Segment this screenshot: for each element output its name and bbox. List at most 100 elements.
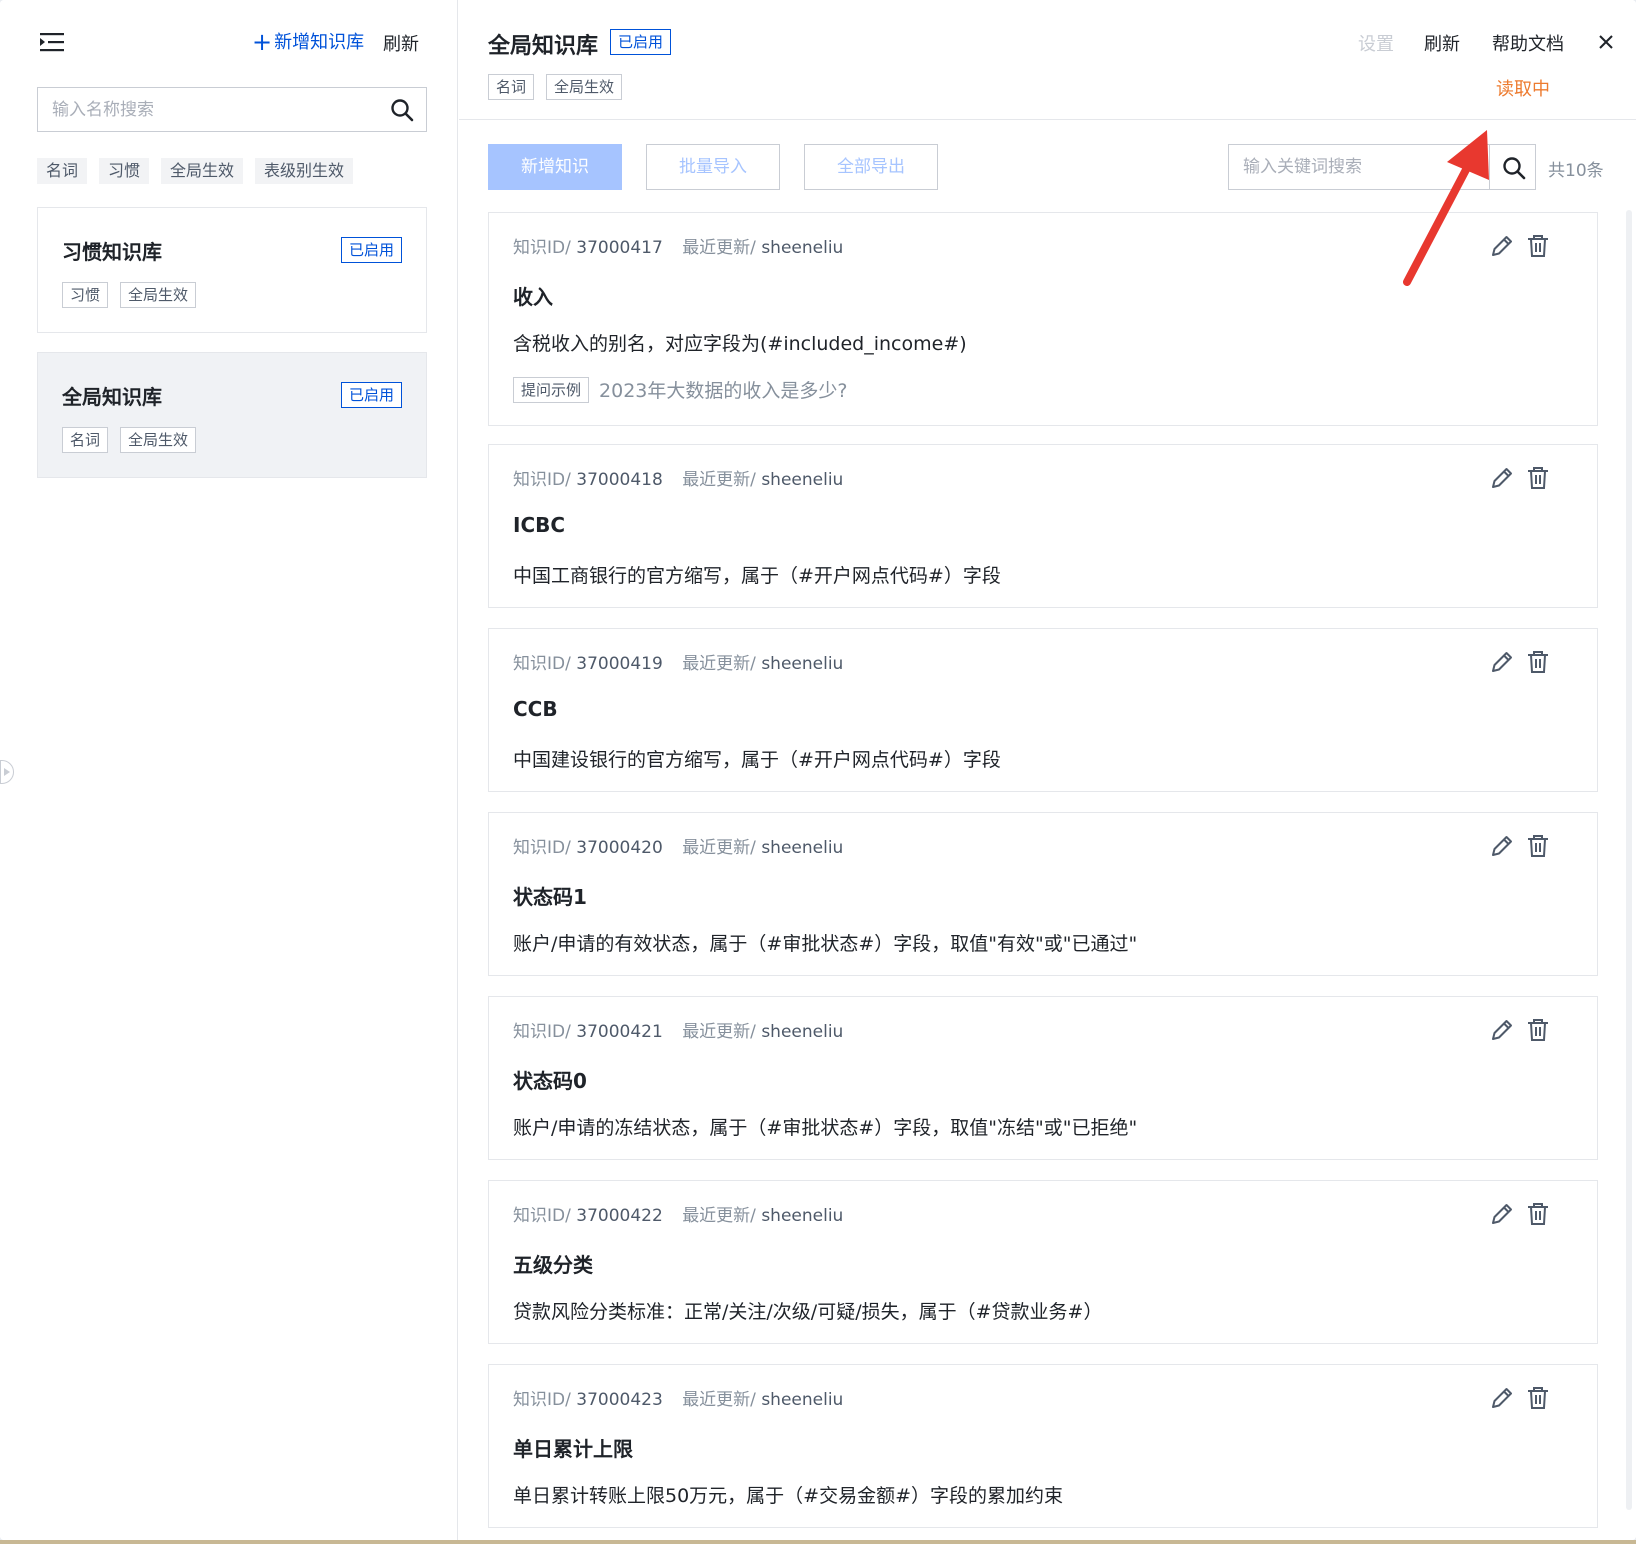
batch-import-button[interactable]: 批量导入 — [646, 144, 780, 190]
knowledge-term: 状态码1 — [513, 885, 587, 909]
knowledge-card: 知识ID/ 37000423 最近更新/ sheeneliu 单日累计上限 单日… — [488, 1364, 1598, 1528]
kb-tag: 名词 — [62, 427, 109, 453]
updated-label: 最近更新/ — [682, 1206, 756, 1226]
page-title: 全局知识库 — [488, 34, 599, 59]
knowledge-id: 37000419 — [576, 654, 663, 674]
kb-card-global[interactable]: 全局知识库 已启用 名词 全局生效 — [37, 352, 427, 478]
knowledge-id: 37000421 — [576, 1022, 663, 1042]
id-label: 知识ID/ — [513, 1390, 571, 1410]
id-label: 知识ID/ — [513, 1206, 571, 1226]
delete-icon[interactable] — [1525, 649, 1551, 675]
total-count: 共10条 — [1548, 161, 1604, 181]
edit-icon[interactable] — [1489, 233, 1515, 259]
knowledge-description: 中国工商银行的官方缩写，属于（#开户网点代码#）字段 — [513, 565, 1001, 587]
knowledge-id: 37000418 — [576, 470, 663, 490]
edit-icon[interactable] — [1489, 1385, 1515, 1411]
updated-label: 最近更新/ — [682, 238, 756, 258]
knowledge-id: 37000422 — [576, 1206, 663, 1226]
kb-tags: 名词 全局生效 — [488, 74, 623, 100]
knowledge-card: 知识ID/ 37000421 最近更新/ sheeneliu 状态码0 账户/申… — [488, 996, 1598, 1160]
knowledge-description: 含税收入的别名，对应字段为(#included_income#) — [513, 333, 967, 355]
kb-search-box — [37, 87, 427, 132]
kb-sidebar: +新增知识库 刷新 名词 习惯 全局生效 表级别生效 习惯知识库 已启用 习惯 … — [0, 0, 458, 1540]
export-all-button[interactable]: 全部导出 — [804, 144, 938, 190]
list-toolbar: 新增知识 批量导入 全部导出 共10条 — [488, 144, 1628, 190]
updated-by: sheeneliu — [761, 470, 844, 490]
keyword-search-box — [1228, 144, 1536, 190]
knowledge-description: 账户/申请的冻结状态，属于（#审批状态#）字段，取值"冻结"或"已拒绝" — [513, 1117, 1138, 1139]
search-divider — [1489, 145, 1490, 189]
id-label: 知识ID/ — [513, 1022, 571, 1042]
knowledge-meta: 知识ID/ 37000422 最近更新/ sheeneliu — [513, 1201, 843, 1226]
close-icon[interactable] — [1596, 32, 1616, 52]
delete-icon[interactable] — [1525, 833, 1551, 859]
kb-tag: 名词 — [488, 74, 535, 100]
edit-icon[interactable] — [1489, 833, 1515, 859]
kb-tag: 全局生效 — [546, 74, 623, 100]
knowledge-meta: 知识ID/ 37000421 最近更新/ sheeneliu — [513, 1017, 843, 1042]
knowledge-description: 单日累计转账上限50万元，属于（#交易金额#）字段的累加约束 — [513, 1485, 1064, 1507]
delete-icon[interactable] — [1525, 1201, 1551, 1227]
knowledge-term: ICBC — [513, 513, 566, 537]
kb-name: 全局知识库 — [62, 385, 162, 409]
status-badge: 已启用 — [340, 382, 402, 408]
edit-icon[interactable] — [1489, 465, 1515, 491]
add-knowledge-button[interactable]: 新增知识 — [488, 144, 622, 190]
updated-by: sheeneliu — [761, 1022, 844, 1042]
plus-icon: + — [252, 28, 273, 56]
knowledge-meta: 知识ID/ 37000419 最近更新/ sheeneliu — [513, 649, 843, 674]
updated-by: sheeneliu — [761, 1390, 844, 1410]
delete-icon[interactable] — [1525, 1385, 1551, 1411]
id-label: 知识ID/ — [513, 838, 571, 858]
knowledge-description: 账户/申请的有效状态，属于（#审批状态#）字段，取值"有效"或"已通过" — [513, 933, 1138, 955]
id-label: 知识ID/ — [513, 470, 571, 490]
help-docs-button[interactable]: 帮助文档 — [1492, 30, 1564, 56]
knowledge-meta: 知识ID/ 37000417 最近更新/ sheeneliu — [513, 233, 843, 258]
kb-tag: 全局生效 — [120, 282, 197, 308]
filter-tag-habit[interactable]: 习惯 — [99, 158, 150, 184]
search-icon[interactable] — [390, 98, 414, 122]
list-scrollbar[interactable] — [1626, 210, 1632, 1510]
edit-icon[interactable] — [1489, 1201, 1515, 1227]
updated-label: 最近更新/ — [682, 1390, 756, 1410]
status-badge: 已启用 — [610, 29, 672, 55]
refresh-button[interactable]: 刷新 — [1424, 30, 1460, 56]
collapse-handle[interactable] — [0, 760, 14, 784]
edit-icon[interactable] — [1489, 1017, 1515, 1043]
filter-tags: 名词 习惯 全局生效 表级别生效 — [37, 158, 354, 184]
knowledge-term: 五级分类 — [513, 1253, 593, 1277]
knowledge-card: 知识ID/ 37000418 最近更新/ sheeneliu ICBC 中国工商… — [488, 444, 1598, 608]
knowledge-card: 知识ID/ 37000417 最近更新/ sheeneliu 收入 含税收入的别… — [488, 212, 1598, 426]
updated-label: 最近更新/ — [682, 654, 756, 674]
delete-icon[interactable] — [1525, 465, 1551, 491]
menu-fold-icon[interactable] — [38, 30, 66, 54]
kb-search-input[interactable] — [52, 88, 382, 131]
updated-by: sheeneliu — [761, 838, 844, 858]
settings-button[interactable]: 设置 — [1358, 30, 1394, 56]
delete-icon[interactable] — [1525, 233, 1551, 259]
kb-name: 习惯知识库 — [62, 240, 162, 264]
knowledge-card: 知识ID/ 37000422 最近更新/ sheeneliu 五级分类 贷款风险… — [488, 1180, 1598, 1344]
keyword-search-input[interactable] — [1243, 145, 1493, 189]
updated-by: sheeneliu — [761, 654, 844, 674]
filter-tag-global[interactable]: 全局生效 — [161, 158, 244, 184]
updated-label: 最近更新/ — [682, 1022, 756, 1042]
kb-tags: 名词 全局生效 — [62, 427, 197, 453]
knowledge-meta: 知识ID/ 37000420 最近更新/ sheeneliu — [513, 833, 843, 858]
edit-icon[interactable] — [1489, 649, 1515, 675]
kb-card-habit[interactable]: 习惯知识库 已启用 习惯 全局生效 — [37, 207, 427, 333]
knowledge-term: 单日累计上限 — [513, 1437, 633, 1461]
add-kb-button[interactable]: + 新增知识库 — [252, 28, 364, 54]
filter-tag-table-level[interactable]: 表级别生效 — [255, 158, 354, 184]
question-example: 提问示例 2023年大数据的收入是多少? — [513, 376, 847, 403]
knowledge-description: 中国建设银行的官方缩写，属于（#开户网点代码#）字段 — [513, 749, 1001, 771]
example-label: 提问示例 — [513, 376, 590, 403]
knowledge-id: 37000420 — [576, 838, 663, 858]
delete-icon[interactable] — [1525, 1017, 1551, 1043]
knowledge-description: 贷款风险分类标准：正常/关注/次级/可疑/损失，属于（#贷款业务#） — [513, 1301, 1103, 1323]
sidebar-refresh-button[interactable]: 刷新 — [383, 30, 419, 56]
sidebar-toolbar: + 新增知识库 刷新 — [0, 0, 458, 86]
filter-tag-noun[interactable]: 名词 — [37, 158, 88, 184]
search-icon[interactable] — [1502, 156, 1526, 180]
knowledge-meta: 知识ID/ 37000423 最近更新/ sheeneliu — [513, 1385, 843, 1410]
